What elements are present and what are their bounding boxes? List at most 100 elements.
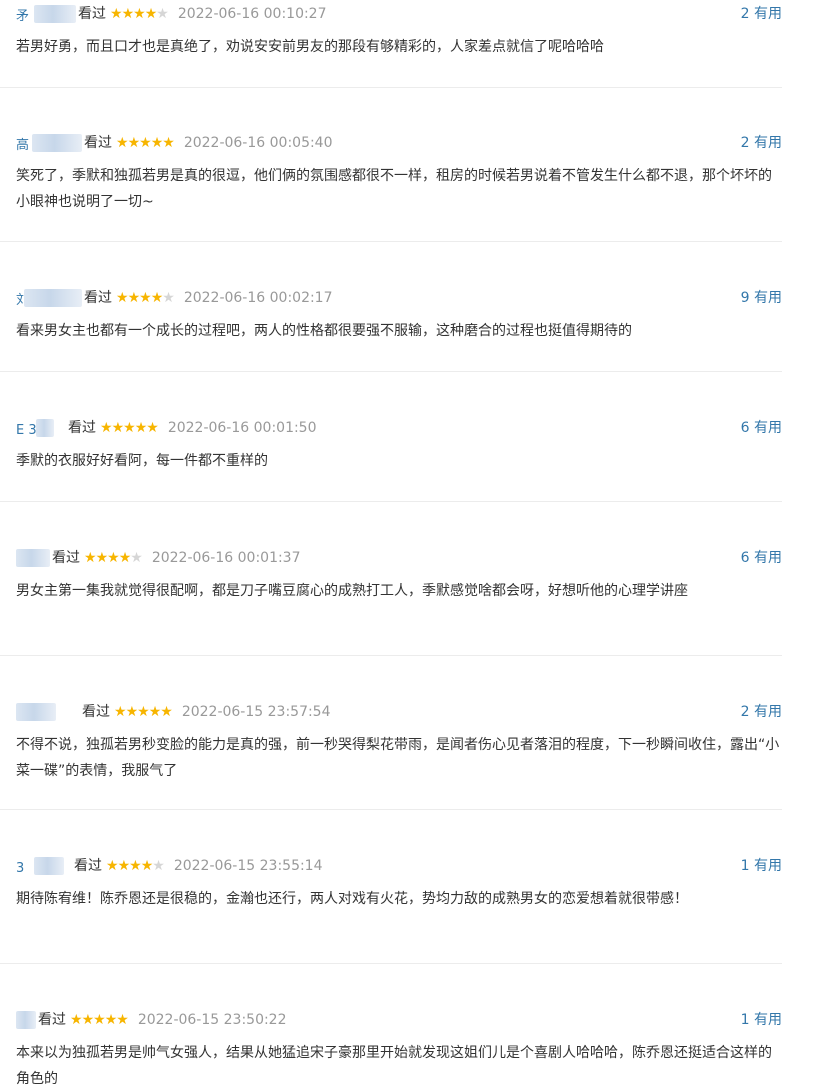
rating-stars: ★★★★★ — [116, 132, 175, 154]
useful-count: 6 — [740, 550, 750, 566]
comment-user-link[interactable]: 子 — [16, 703, 80, 722]
useful-button[interactable]: 有用 — [754, 135, 782, 151]
useful-vote[interactable]: 2 有用 — [741, 3, 782, 25]
star-filled-icon: ★ — [133, 6, 146, 22]
useful-button[interactable]: 有用 — [754, 420, 782, 436]
comment-text: 男女主第一集我就觉得很配啊，都是刀子嘴豆腐心的成熟打工人，季默感觉啥都会呀，好想… — [16, 583, 688, 599]
useful-button[interactable]: 有用 — [754, 6, 782, 22]
useful-vote[interactable]: 1 有用 — [741, 1009, 782, 1031]
star-filled-icon: ★ — [118, 550, 132, 566]
useful-button[interactable]: 有用 — [754, 704, 782, 720]
username-redaction — [16, 703, 56, 721]
watched-label: 看过 — [38, 1012, 66, 1028]
star-filled-icon: ★ — [134, 420, 148, 436]
useful-button[interactable]: 有用 — [754, 290, 782, 306]
comment-divider — [0, 241, 782, 242]
username-redaction — [36, 419, 54, 437]
comment-divider — [0, 87, 782, 88]
star-filled-icon: ★ — [139, 135, 152, 151]
rating-stars: ★★★★★ — [110, 3, 169, 25]
username-redaction — [16, 549, 50, 567]
star-filled-icon: ★ — [162, 135, 175, 151]
comment-text: 笑死了，季默和独孤若男是真的很逗，他们俩的氛围感都很不一样，租房的时候若男说着不… — [16, 168, 772, 210]
rating-stars: ★★★★★ — [100, 417, 159, 439]
star-filled-icon: ★ — [114, 704, 127, 720]
star-empty-icon: ★ — [130, 550, 143, 566]
useful-button[interactable]: 有用 — [754, 1012, 782, 1028]
comment-time: 2022-06-15 23:50:22 — [137, 1012, 287, 1028]
star-filled-icon: ★ — [106, 858, 119, 874]
useful-button[interactable]: 有用 — [754, 858, 782, 874]
rating-stars: ★★★★★ — [116, 287, 175, 309]
star-filled-icon: ★ — [146, 420, 159, 436]
comment-divider — [0, 809, 782, 810]
comment-meta: 高 看过 ★★★★★ 2022-06-16 00:05:40 — [16, 132, 333, 154]
comment-time: 2022-06-16 00:01:50 — [167, 420, 317, 436]
useful-count: 1 — [740, 1012, 750, 1028]
useful-vote[interactable]: 1 有用 — [741, 855, 782, 877]
useful-vote[interactable]: 9 有用 — [741, 287, 782, 309]
star-filled-icon: ★ — [139, 290, 152, 306]
star-empty-icon: ★ — [152, 858, 165, 874]
comment-time: 2022-06-16 00:01:37 — [151, 550, 301, 566]
star-filled-icon: ★ — [150, 290, 164, 306]
comment-user-link[interactable] — [16, 1011, 36, 1029]
comment-user-name[interactable]: 3 — [16, 861, 24, 876]
useful-count: 2 — [740, 135, 750, 151]
comment-time: 2022-06-16 00:02:17 — [183, 290, 333, 306]
comment-text: 若男好勇，而且口才也是真绝了，劝说安安前男友的那段有够精彩的，人家差点就信了呢哈… — [16, 39, 604, 55]
comment-user-name[interactable]: 矛 — [16, 9, 29, 24]
comment-meta: 看过 ★★★★★ 2022-06-16 00:01:37 — [16, 547, 301, 569]
watched-label: 看过 — [74, 858, 102, 874]
star-filled-icon: ★ — [125, 704, 139, 720]
star-filled-icon: ★ — [116, 1012, 129, 1028]
star-filled-icon: ★ — [84, 550, 97, 566]
username-redaction — [34, 857, 64, 875]
star-filled-icon: ★ — [116, 290, 129, 306]
useful-button[interactable]: 有用 — [754, 550, 782, 566]
star-filled-icon: ★ — [95, 550, 109, 566]
star-filled-icon: ★ — [107, 550, 120, 566]
star-filled-icon: ★ — [104, 1012, 118, 1028]
star-filled-icon: ★ — [144, 6, 158, 22]
comment-time: 2022-06-15 23:55:14 — [173, 858, 323, 874]
star-filled-icon: ★ — [150, 135, 164, 151]
rating-stars: ★★★★★ — [84, 547, 143, 569]
rating-stars: ★★★★★ — [114, 701, 173, 723]
watched-label: 看过 — [84, 135, 112, 151]
star-empty-icon: ★ — [162, 290, 175, 306]
useful-count: 6 — [740, 420, 750, 436]
comment-time: 2022-06-16 00:05:40 — [183, 135, 333, 151]
rating-stars: ★★★★★ — [106, 855, 165, 877]
comment-meta: E 3 看过 ★★★★★ 2022-06-16 00:01:50 — [16, 417, 317, 439]
comment-user-link[interactable]: 刘 — [16, 289, 82, 308]
comment-divider — [0, 963, 782, 964]
username-redaction — [24, 289, 82, 307]
useful-count: 1 — [740, 858, 750, 874]
comment-user-link[interactable]: 高 — [16, 134, 82, 153]
star-filled-icon: ★ — [81, 1012, 95, 1028]
star-filled-icon: ★ — [160, 704, 173, 720]
comment-user-link[interactable]: 3 — [16, 857, 72, 876]
useful-vote[interactable]: 2 有用 — [741, 132, 782, 154]
comment-divider — [0, 501, 782, 502]
comment-user-link[interactable]: 矛 — [16, 5, 76, 24]
watched-label: 看过 — [84, 290, 112, 306]
useful-vote[interactable]: 6 有用 — [741, 417, 782, 439]
star-filled-icon: ★ — [111, 420, 125, 436]
star-filled-icon: ★ — [100, 420, 113, 436]
comment-meta: 子看过★★★★★2022-06-15 23:57:54 — [16, 701, 331, 723]
comment-user-name[interactable]: E 3 — [16, 423, 37, 438]
star-filled-icon: ★ — [127, 290, 141, 306]
comment-user-link[interactable]: E 3 — [16, 419, 66, 438]
useful-vote[interactable]: 2 有用 — [741, 701, 782, 723]
comment-text: 本来以为独孤若男是帅气女强人，结果从她猛追宋子豪那里开始就发现这姐们儿是个喜剧人… — [16, 1045, 772, 1087]
comment-divider — [0, 655, 782, 656]
star-filled-icon: ★ — [148, 704, 162, 720]
useful-vote[interactable]: 6 有用 — [741, 547, 782, 569]
comment-text: 期待陈宥维！陈乔恩还是很稳的，金瀚也还行，两人对戏有火花，势均力敌的成熟男女的恋… — [16, 891, 688, 907]
comment-user-name[interactable]: 高 — [16, 138, 29, 153]
watched-label: 看过 — [82, 704, 110, 720]
comment-user-link[interactable] — [16, 549, 50, 567]
star-filled-icon: ★ — [140, 858, 154, 874]
